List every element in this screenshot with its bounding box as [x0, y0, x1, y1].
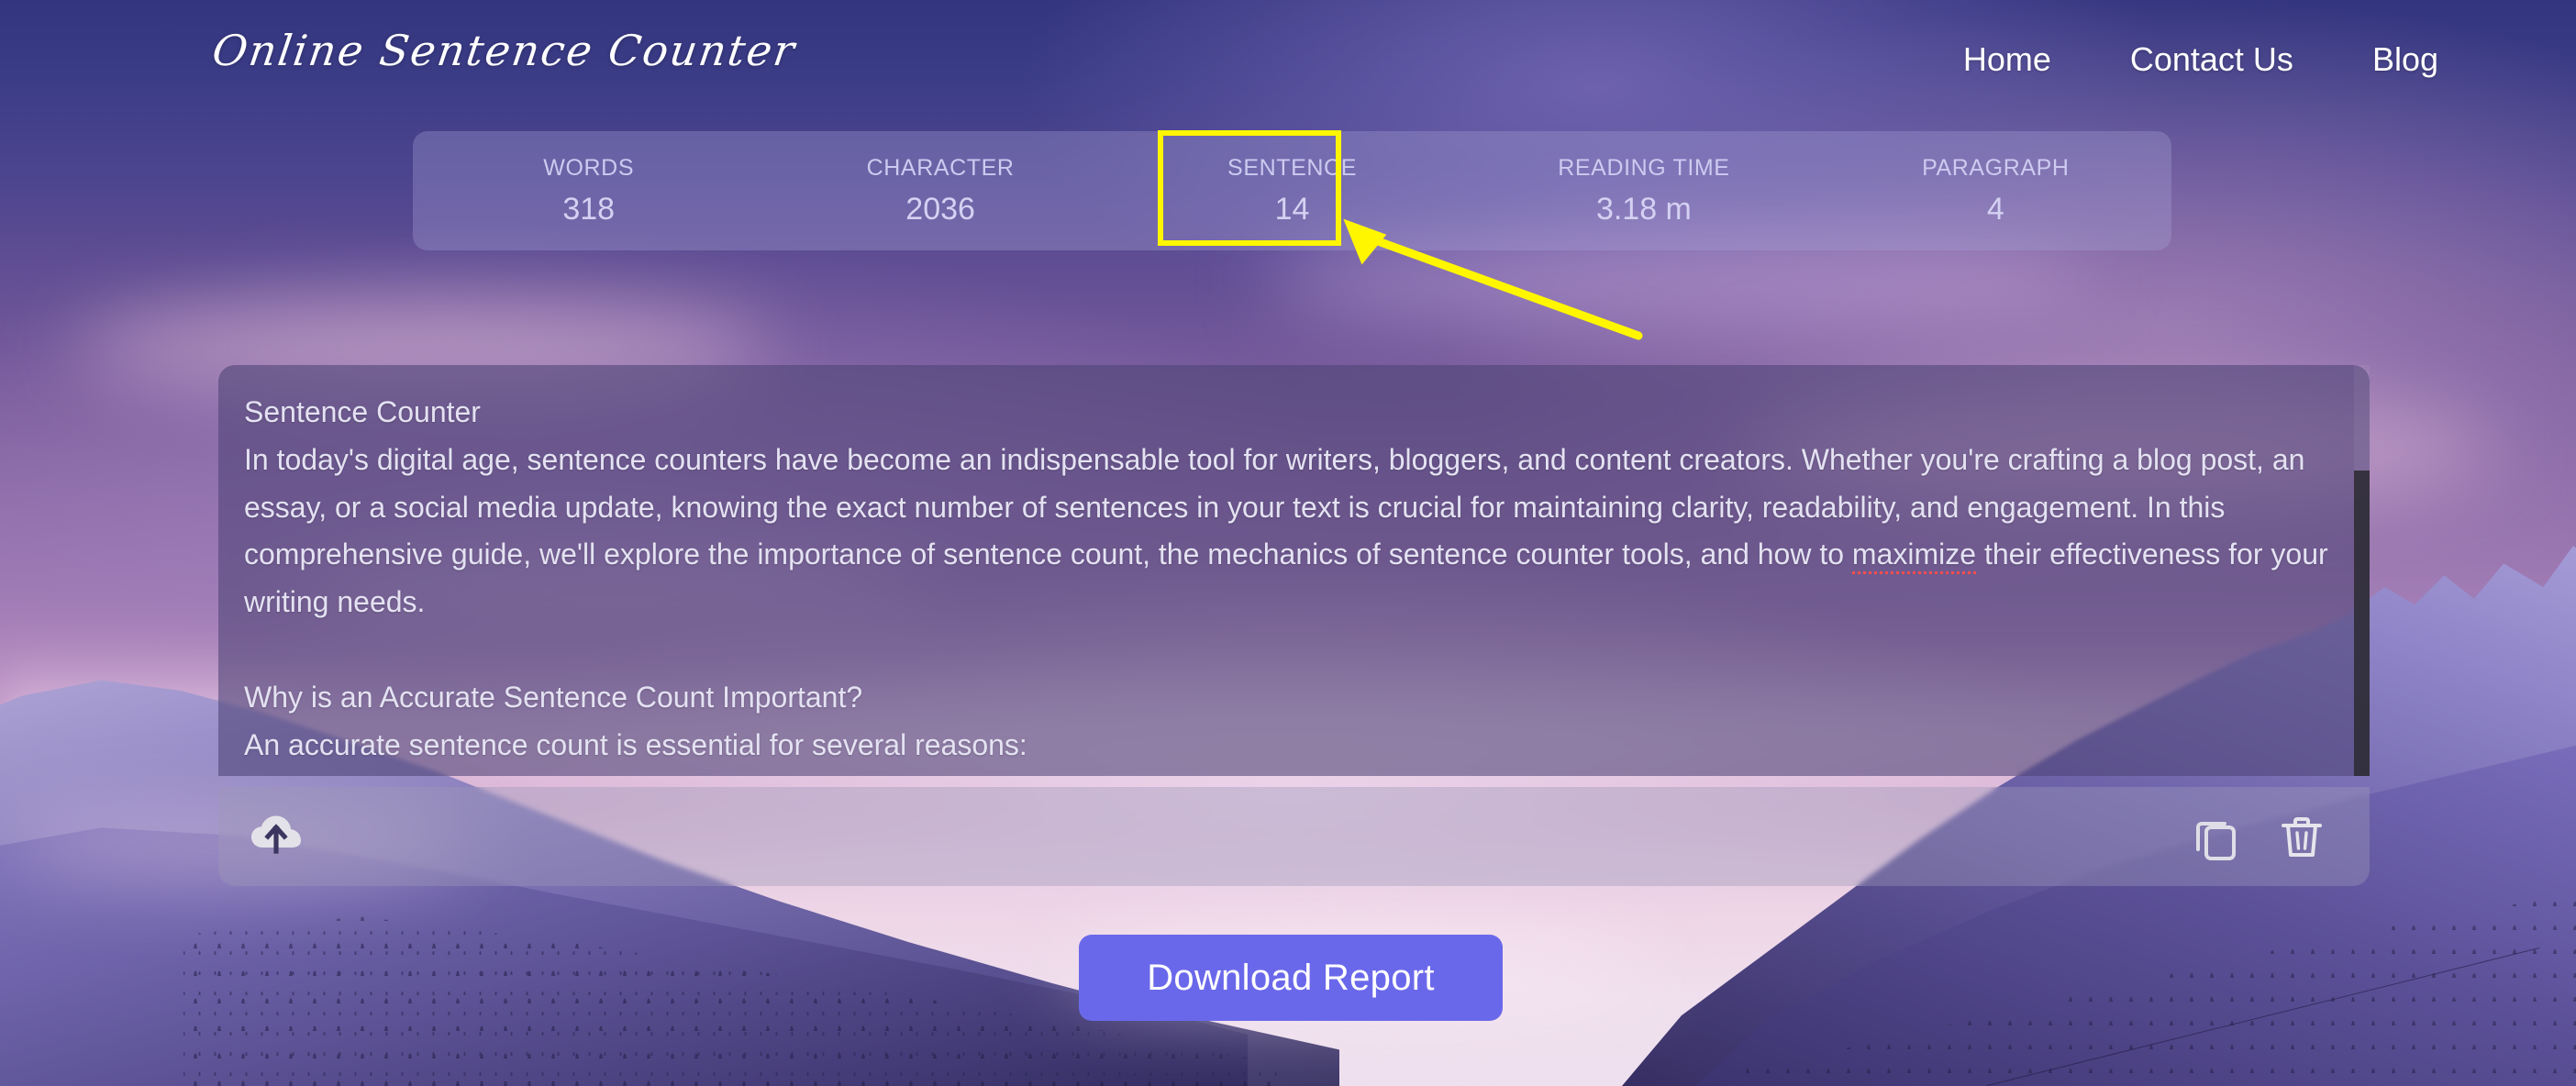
nav-link-contact-us[interactable]: Contact Us: [2130, 40, 2293, 79]
editor-title-line: Sentence Counter: [244, 395, 481, 428]
statistics-bar: WORDS 318 CHARACTER 2036 SENTENCE 14 REA…: [413, 131, 2171, 250]
trash-icon[interactable]: [2278, 813, 2326, 860]
stat-label-sentence: SENTENCE: [1227, 155, 1357, 181]
nav-link-home[interactable]: Home: [1963, 40, 2051, 79]
main-navigation: Home Contact Us Blog: [1963, 40, 2438, 79]
text-editor[interactable]: Sentence Counter In today's digital age,…: [218, 365, 2370, 776]
stat-value-words: 318: [562, 192, 616, 227]
editor-scrollbar-thumb[interactable]: [2354, 471, 2370, 776]
editor-misspelled-word: maximize: [1851, 537, 1977, 575]
editor-paragraph-2: An accurate sentence count is essential …: [244, 727, 1027, 761]
stat-label-reading-time: READING TIME: [1558, 155, 1730, 181]
stat-character: CHARACTER 2036: [764, 155, 1116, 227]
copy-icon[interactable]: [2192, 813, 2239, 860]
stat-label-paragraph: PARAGRAPH: [1922, 155, 2070, 181]
stat-value-character: 2036: [905, 192, 975, 227]
toolbar-right-actions: [2192, 813, 2326, 860]
editor-content: Sentence Counter In today's digital age,…: [244, 389, 2333, 770]
page-root: Online Sentence Counter Home Contact Us …: [0, 0, 2576, 1086]
stat-sentence: SENTENCE 14: [1116, 155, 1468, 227]
stat-words: WORDS 318: [413, 155, 764, 227]
stat-value-sentence: 14: [1274, 192, 1310, 227]
download-report-button[interactable]: Download Report: [1079, 935, 1503, 1021]
editor-toolbar: [218, 787, 2370, 886]
nav-link-blog[interactable]: Blog: [2372, 40, 2438, 79]
editor-heading-2: Why is an Accurate Sentence Count Import…: [244, 680, 863, 714]
stat-value-reading-time: 3.18 m: [1595, 192, 1692, 227]
cloud-upload-icon[interactable]: [250, 814, 303, 859]
stat-reading-time: READING TIME 3.18 m: [1468, 155, 1819, 227]
text-editor-region: Sentence Counter In today's digital age,…: [218, 365, 2370, 776]
stat-value-paragraph: 4: [1986, 192, 2004, 227]
stat-label-character: CHARACTER: [866, 155, 1015, 181]
site-logo[interactable]: Online Sentence Counter: [209, 26, 799, 75]
stat-label-words: WORDS: [543, 155, 635, 181]
stat-paragraph: PARAGRAPH 4: [1820, 155, 2171, 227]
site-header: Online Sentence Counter Home Contact Us …: [0, 0, 2576, 143]
